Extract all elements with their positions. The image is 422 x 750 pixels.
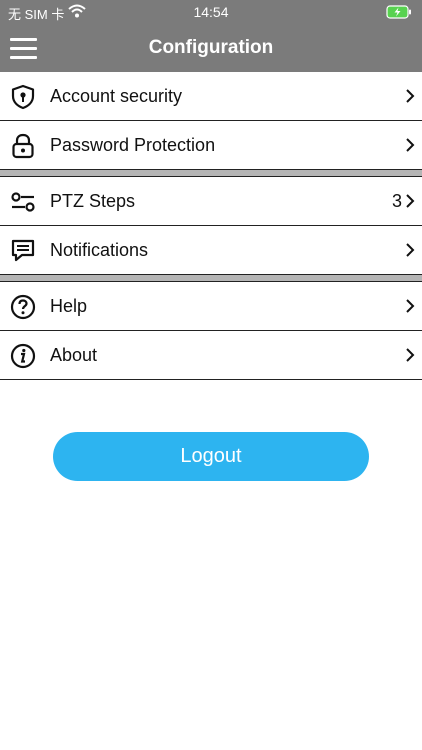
shield-icon [11, 84, 35, 110]
chevron-right-icon [406, 299, 415, 313]
logout-button[interactable]: Logout [53, 432, 369, 481]
status-bar: 无 SIM 卡 14:54 [0, 0, 422, 24]
battery-icon [386, 5, 411, 19]
chat-icon [11, 239, 35, 262]
row-label: Help [50, 296, 88, 316]
section-divider [0, 170, 422, 177]
row-label: About [50, 345, 98, 365]
row-password-protection[interactable]: Password Protection [0, 121, 422, 170]
row-account-security[interactable]: Account security [0, 72, 422, 121]
chevron-right-icon [406, 194, 415, 208]
ptz-steps-value: 3 [391, 191, 402, 211]
settings-list: Account security Password Protection PTZ… [0, 72, 422, 380]
chevron-right-icon [406, 348, 415, 362]
lock-icon [12, 133, 34, 159]
row-label: Notifications [50, 240, 149, 260]
app-header: 无 SIM 卡 14:54 Configuration [0, 0, 422, 72]
row-label: Account security [50, 86, 183, 106]
row-notifications[interactable]: Notifications [0, 226, 422, 275]
section-divider [0, 275, 422, 282]
help-icon [10, 294, 36, 320]
row-ptz-steps[interactable]: PTZ Steps 3 [0, 177, 422, 226]
page-title: Configuration [148, 37, 274, 58]
chevron-right-icon [406, 138, 415, 152]
info-icon [10, 343, 36, 369]
chevron-right-icon [406, 89, 415, 103]
row-help[interactable]: Help [0, 282, 422, 331]
row-label: PTZ Steps [50, 191, 136, 211]
sliders-icon [11, 192, 35, 212]
row-about[interactable]: About [0, 331, 422, 380]
status-time: 14:54 [193, 4, 229, 20]
chevron-right-icon [406, 243, 415, 257]
row-label: Password Protection [50, 135, 216, 155]
